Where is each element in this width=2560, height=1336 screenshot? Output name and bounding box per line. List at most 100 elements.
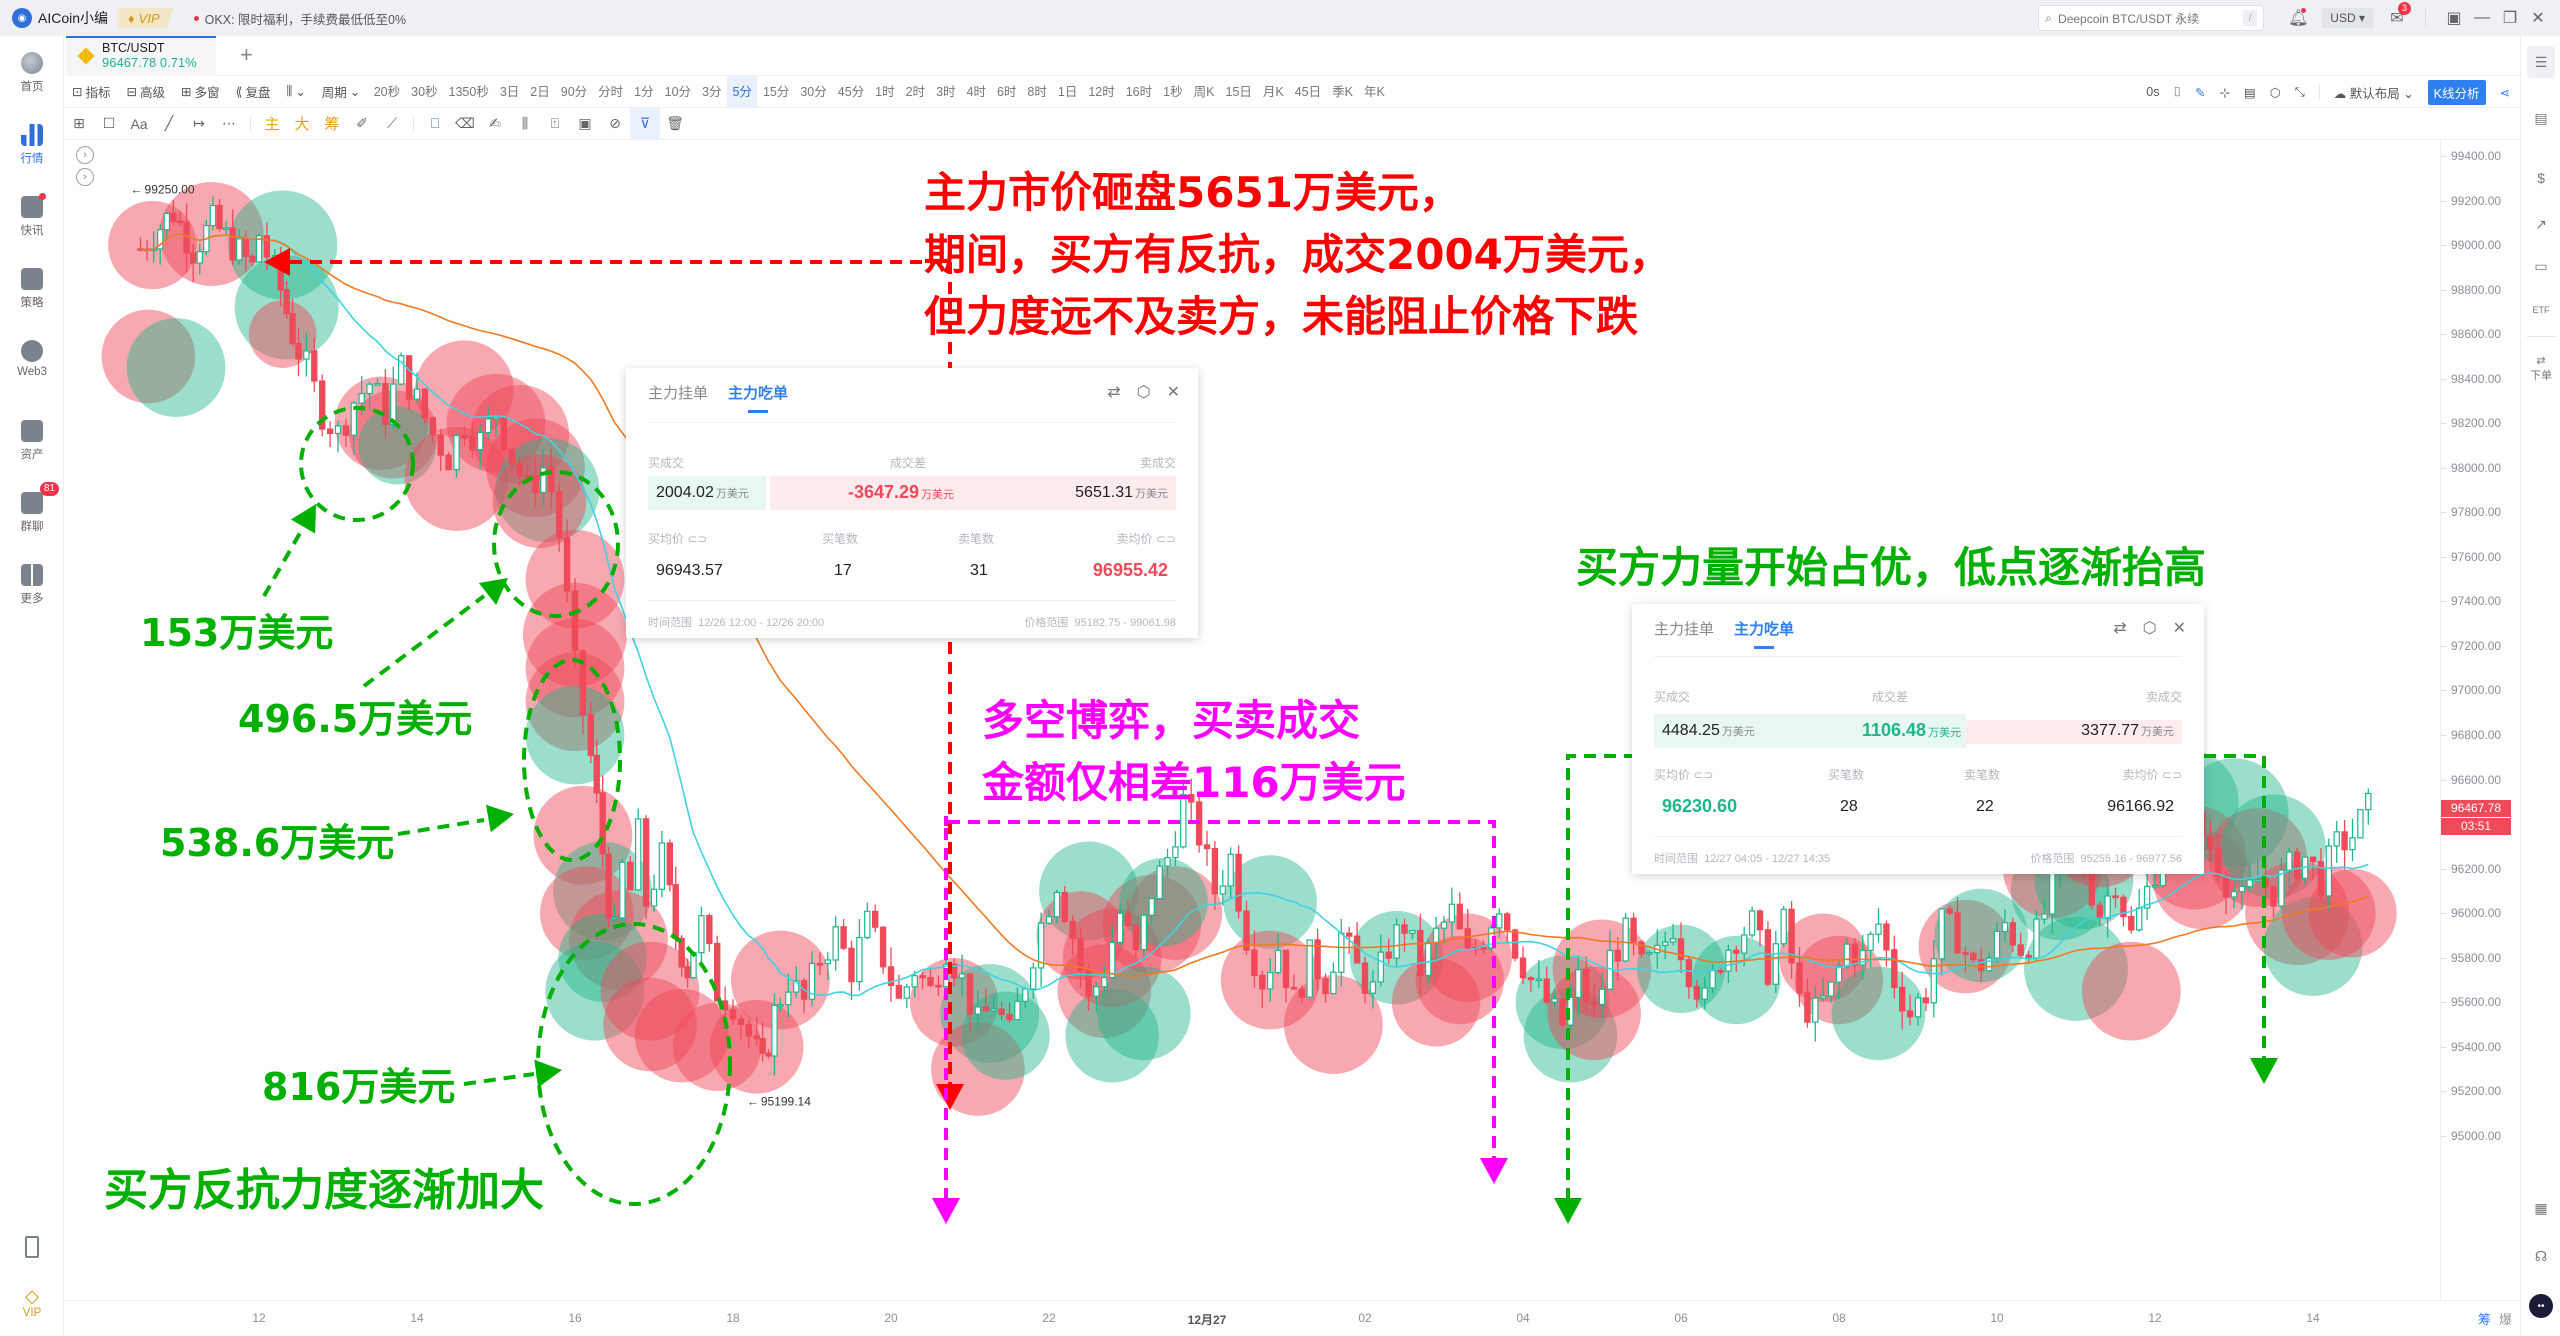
period-3[interactable]: 3日 — [494, 76, 524, 108]
sidebar-item-home[interactable]: 首页 — [0, 52, 64, 94]
expand-indicator-icon[interactable]: › — [76, 146, 94, 164]
layout-panel-icon[interactable]: ▦ — [2529, 1196, 2553, 1220]
multi-window-button[interactable]: ⊞ 多窗 — [173, 82, 228, 101]
layout-select[interactable]: ☁ 默认布局 ⌄ — [2334, 83, 2414, 102]
settings-icon[interactable]: ⬡ — [1137, 382, 1151, 402]
period-2[interactable]: 1350秒 — [443, 76, 494, 108]
toggle-icon[interactable]: ⊂⊃ — [2162, 768, 2182, 782]
large-order-toggle[interactable]: 大 — [287, 108, 317, 140]
sidebar-item-web3[interactable]: Web3 — [0, 340, 64, 378]
period-1[interactable]: 30秒 — [406, 76, 443, 108]
tab-main-force-trades[interactable]: 主力吃单 — [728, 382, 788, 413]
close-icon[interactable]: ✕ — [1167, 382, 1180, 402]
period-select[interactable]: 周期 ⌄ — [314, 82, 369, 101]
lock-icon[interactable]: ⍐ — [540, 108, 570, 140]
layout-window-icon[interactable]: ▣ — [2440, 4, 2468, 32]
period-16[interactable]: 3时 — [931, 76, 961, 108]
close-window-icon[interactable]: ✕ — [2524, 4, 2552, 32]
symbol-tab[interactable]: BTC/USDT 96467.78 0.71% — [66, 36, 216, 76]
currency-select[interactable]: USD ▾ — [2322, 8, 2373, 28]
overlay-icon[interactable]: ▤ — [2244, 85, 2256, 100]
period-18[interactable]: 6时 — [991, 76, 1021, 108]
price-axis[interactable]: 99400.00 99200.00 99000.00 98800.00 98600.00… — [2440, 140, 2520, 1300]
period-21[interactable]: 12时 — [1083, 76, 1120, 108]
period-4[interactable]: 2日 — [525, 76, 555, 108]
chip-toggle[interactable]: 筹 — [317, 108, 347, 140]
share-icon[interactable]: ⋖ — [2500, 85, 2510, 100]
swap-icon[interactable]: ⇄ — [1107, 382, 1120, 402]
ruler-icon[interactable]: ↦ — [184, 108, 214, 140]
trash-icon[interactable]: 🗑︎ — [660, 108, 690, 140]
settings-hex-icon[interactable]: ⬡ — [2270, 85, 2281, 100]
period-5[interactable]: 90分 — [555, 76, 592, 108]
period-29[interactable]: 年K — [1358, 76, 1390, 108]
tab-main-force-orders[interactable]: 主力挂单 — [648, 382, 708, 403]
kline-chart[interactable]: 99250.00 ← ← 95199.14 › › 主力市价砸盘5651万美元， 期间… — [64, 140, 2440, 1300]
settings-icon[interactable]: ⬡ — [2143, 618, 2157, 638]
signal-icon[interactable]: ⟋ — [377, 108, 407, 140]
note-icon[interactable]: ▣ — [570, 108, 600, 140]
toggle-icon[interactable]: ⊂⊃ — [687, 532, 707, 546]
period-20[interactable]: 1日 — [1052, 76, 1082, 108]
assistant-bot-icon[interactable]: •• — [2529, 1294, 2553, 1318]
candle-compare-icon[interactable]: ⫼ — [510, 108, 540, 140]
period-11[interactable]: 15分 — [757, 76, 794, 108]
add-tab-button[interactable]: + — [240, 42, 253, 68]
sidebar-item-chat[interactable]: 81 群聊 — [0, 482, 64, 534]
period-23[interactable]: 1秒 — [1158, 76, 1188, 108]
bookmark-icon[interactable]: ⎕ — [420, 108, 450, 140]
period-9[interactable]: 3分 — [697, 76, 727, 108]
period-12[interactable]: 30分 — [795, 76, 832, 108]
etf-icon[interactable]: ETF — [2529, 298, 2553, 322]
time-axis[interactable]: 筹 爆 12 14 16 18 20 22 12月27 02 04 06 08 10 12 14 — [64, 1300, 2520, 1336]
toggle-icon[interactable]: ⊂⊃ — [1693, 768, 1713, 782]
kline-analysis-button[interactable]: K线分析 — [2427, 79, 2486, 105]
edit-note-icon[interactable]: ✐ — [347, 108, 377, 140]
sidebar-item-news[interactable]: 快讯 — [0, 193, 64, 238]
tab-main-force-orders[interactable]: 主力挂单 — [1654, 618, 1714, 639]
trendline-icon[interactable]: ╱ — [154, 108, 184, 140]
swap-icon[interactable]: ⇄ — [2113, 618, 2126, 638]
add-window-icon[interactable]: ⊹ — [2219, 85, 2229, 100]
period-8[interactable]: 10分 — [659, 76, 696, 108]
support-headset-icon[interactable]: ☊ — [2529, 1244, 2553, 1268]
tab-main-force-trades[interactable]: 主力吃单 — [1734, 618, 1794, 649]
period-15[interactable]: 2时 — [900, 76, 930, 108]
funds-icon[interactable]: $ — [2529, 166, 2553, 190]
notification-bell-icon[interactable]: 🔔︎ — [2284, 4, 2312, 32]
indicator-button[interactable]: ⊡ 指标 — [64, 82, 119, 101]
period-26[interactable]: 月K — [1257, 76, 1289, 108]
chart-type-select[interactable]: ⫼ ⌄ — [278, 84, 313, 99]
eraser-icon[interactable]: ⌫ — [450, 108, 480, 140]
orderbook-icon[interactable]: ▤ — [2529, 106, 2553, 130]
sidebar-item-assets[interactable]: 资产 — [0, 420, 64, 462]
sidebar-item-strategy[interactable]: 策略 — [0, 268, 64, 310]
draw-pencil-icon[interactable]: ✎ — [2195, 85, 2205, 100]
period-13[interactable]: 45分 — [832, 76, 869, 108]
period-24[interactable]: 周K — [1188, 76, 1220, 108]
collapse-icon[interactable]: ⤡ — [2295, 85, 2305, 100]
place-order-button[interactable]: ⇄ 下单 — [2529, 348, 2553, 388]
close-icon[interactable]: ✕ — [2173, 618, 2186, 638]
period-28[interactable]: 季K — [1327, 76, 1359, 108]
chip-button[interactable]: 筹 — [2478, 1309, 2491, 1328]
monitor-icon[interactable]: ▭ — [2529, 254, 2553, 278]
replay-button[interactable]: ⟪ 复盘 — [228, 82, 279, 101]
add-panel-icon[interactable]: ⊞ — [64, 108, 94, 140]
magnet-icon[interactable]: ⊘ — [600, 108, 630, 140]
sidebar-item-more[interactable]: 更多 — [0, 564, 64, 606]
sidebar-item-mobile[interactable] — [0, 1236, 64, 1258]
more-dots-icon[interactable]: ⋯ — [214, 108, 244, 140]
minimize-icon[interactable]: — — [2468, 4, 2496, 32]
trend-bars-icon[interactable]: ↗ — [2529, 212, 2553, 236]
vip-badge[interactable]: ♦ VIP — [118, 7, 174, 29]
expand-indicator-icon[interactable]: › — [76, 168, 94, 186]
rectangle-icon[interactable]: ☐ — [94, 108, 124, 140]
main-force-toggle[interactable]: 主 — [257, 108, 287, 140]
text-tool-icon[interactable]: Aa — [124, 108, 154, 140]
search-input[interactable]: ⌕ Deepcoin BTC/USDT 永续 / — [2038, 5, 2265, 31]
period-7[interactable]: 1分 — [629, 76, 659, 108]
liquidation-button[interactable]: 爆 — [2499, 1309, 2512, 1328]
brush-icon[interactable]: ✍ — [480, 108, 510, 140]
period-14[interactable]: 1时 — [870, 76, 900, 108]
